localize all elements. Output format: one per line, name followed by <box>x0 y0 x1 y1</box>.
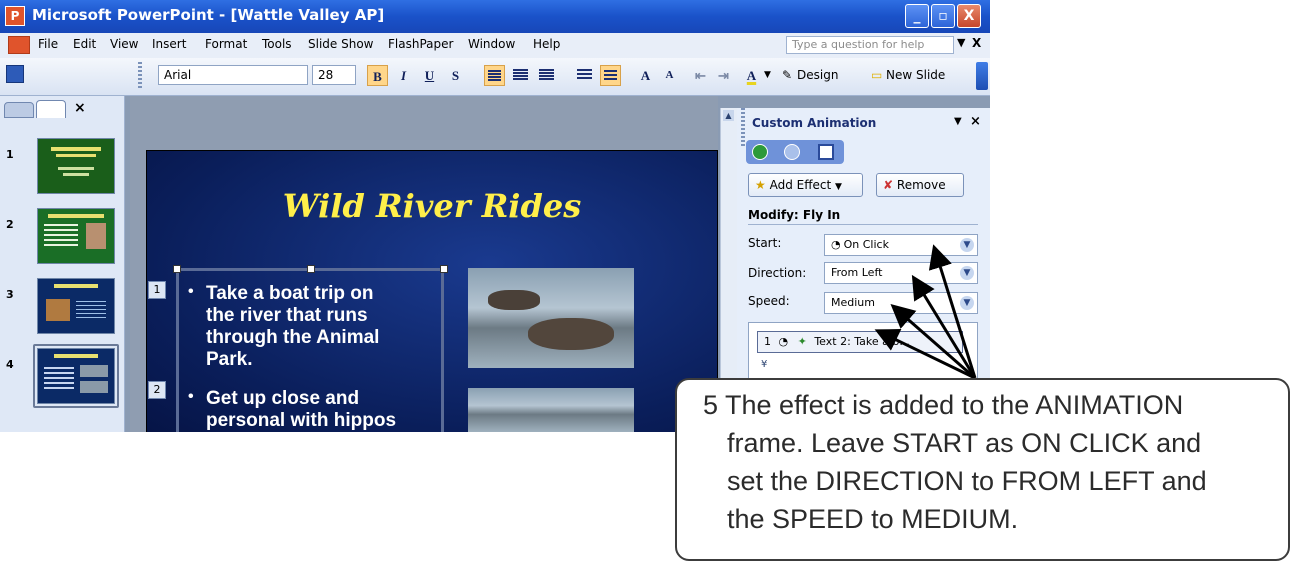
instruction-callout: 5 The effect is added to the ANIMATION f… <box>675 378 1290 561</box>
callout-line-3: set the DIRECTION to FROM LEFT and <box>727 466 1207 496</box>
callout-line-4: the SPEED to MEDIUM. <box>727 504 1019 534</box>
callout-line-2: frame. Leave START as ON CLICK and <box>727 428 1202 458</box>
callout-line-1: 5 The effect is added to the ANIMATION <box>703 390 1184 420</box>
